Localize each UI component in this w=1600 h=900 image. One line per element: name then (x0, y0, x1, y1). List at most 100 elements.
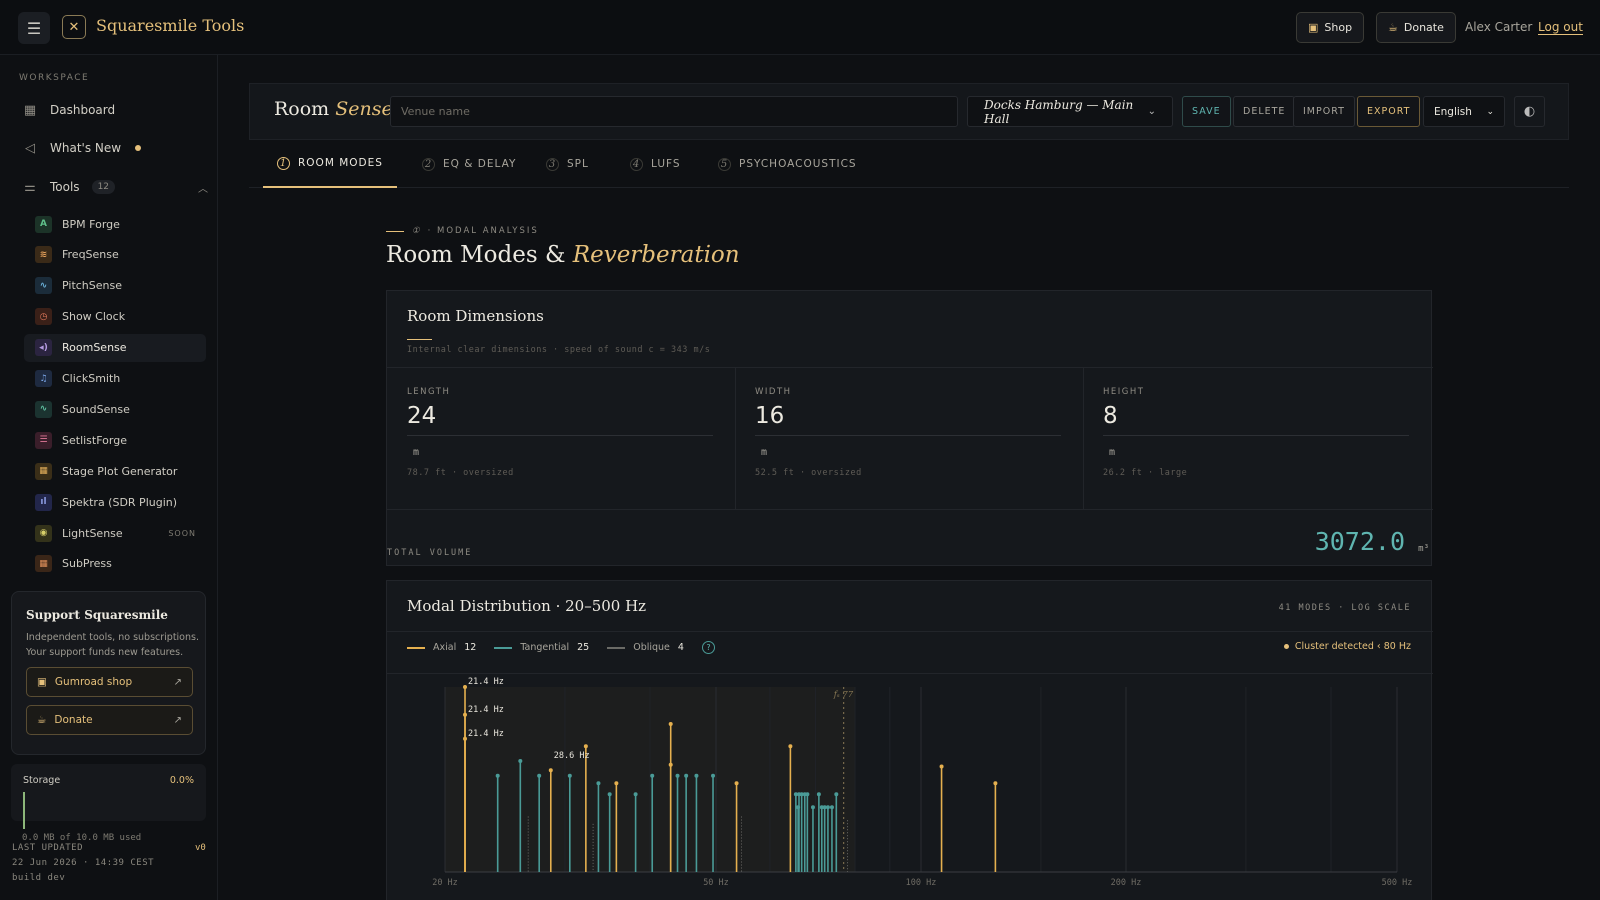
import-button[interactable]: IMPORT (1293, 96, 1355, 127)
sidebar-tool-clicksmith[interactable]: ♫ ClickSmith (24, 365, 206, 393)
support-title: Support Squaresmile (26, 608, 168, 622)
legend-tangential[interactable]: Tangential 25 (494, 642, 589, 653)
tangential-mode-point (816, 792, 821, 797)
megaphone-icon: ◁ (25, 140, 35, 156)
axial-mode-point (993, 781, 998, 786)
sidebar-tool-stage-plot-generator[interactable]: ▦ Stage Plot Generator (24, 457, 206, 485)
card-title: Room Dimensions (407, 307, 544, 325)
sidebar-item-tools[interactable]: ⚌ Tools 12 ︿ (22, 172, 208, 202)
page-title: Room Sense (274, 98, 393, 120)
title-main: Room (274, 98, 330, 120)
tangential-mode-point (633, 792, 638, 797)
sidebar-tool-soundsense[interactable]: ∿ SoundSense (24, 395, 206, 423)
tab-eq-delay[interactable]: 2 EQ & DELAY (408, 140, 530, 188)
tool-label: BPM Forge (62, 217, 120, 231)
section-title-main: Room Modes & (386, 242, 566, 268)
tangential-mode-point (711, 773, 716, 778)
storage-label: Storage (23, 775, 61, 786)
tab-spl[interactable]: 3 SPL (532, 140, 603, 188)
support-description: Independent tools, no subscriptions. You… (26, 632, 199, 658)
tool-label: PitchSense (62, 279, 123, 293)
gumroad-shop-button[interactable]: ▣ Gumroad shop ↗ (26, 667, 193, 697)
venue-placeholder: Venue name (401, 105, 470, 118)
tangential-mode-point (567, 773, 572, 778)
external-link-icon: ↗ (173, 676, 182, 688)
sidebar-tool-pitchsense[interactable]: ∿ PitchSense (24, 272, 206, 300)
axial-mode-point (548, 768, 553, 773)
modal-distribution-chart: 20 Hz 50 Hz 100 Hz 200 Hz 500 Hz fₛ 77 21.4 Hz… (432, 677, 1413, 888)
tab-psychoacoustics[interactable]: 5 PSYCHOACOUSTICS (704, 140, 871, 188)
axial-mode-point (939, 764, 944, 769)
shop-button[interactable]: ▣ Shop (1296, 12, 1365, 43)
save-button[interactable]: SAVE (1182, 96, 1231, 127)
legend-axial[interactable]: Axial 12 (407, 642, 476, 653)
sidebar-tool-roomsense[interactable]: ◂) RoomSense (24, 333, 206, 362)
height-field[interactable]: HEIGHT 8 m 26.2 ft · large (1083, 367, 1432, 509)
length-value[interactable]: 24 (407, 403, 436, 429)
tab-label: SPL (567, 158, 589, 170)
venue-select[interactable]: Docks Hamburg — Main Hall ⌄ (967, 96, 1173, 127)
sidebar-item-whats-new[interactable]: ◁ What's New (22, 133, 208, 163)
width-field[interactable]: WIDTH 16 m 52.5 ft · oversized (735, 367, 1084, 509)
length-label: LENGTH (407, 387, 451, 397)
x-tick-label: 500 Hz (1382, 878, 1413, 888)
tool-icon: ◉ (35, 524, 52, 542)
sidebar-item-dashboard[interactable]: ▦ Dashboard (22, 95, 208, 125)
tab-number: 4 (630, 157, 643, 171)
modal-distribution-card: Modal Distribution · 20–500 Hz 41 MODES … (386, 580, 1433, 900)
user-name: Alex Carter (1465, 20, 1533, 34)
sidebar-tool-lightsense[interactable]: ◉ LightSense SOON (24, 519, 206, 547)
support-donate-button[interactable]: ☕ Donate ↗ (26, 705, 193, 735)
tab-lufs[interactable]: 4 LUFS (616, 140, 695, 188)
section-eyebrow: ① · MODAL ANALYSIS (386, 226, 539, 236)
tool-label: SetlistForge (62, 433, 127, 447)
tangential-label: Tangential (520, 642, 570, 653)
last-updated-label: LAST UPDATED (12, 843, 84, 853)
legend-oblique[interactable]: Oblique 4 (607, 642, 684, 653)
sidebar-tool-bpm-forge[interactable]: A BPM Forge (24, 210, 206, 238)
tool-icon: ▦ (35, 462, 52, 480)
schroeder-label: fₛ 77 (833, 690, 854, 700)
length-unit: m (413, 447, 420, 458)
sidebar-tool-subpress[interactable]: ▦ SubPress (24, 550, 206, 578)
help-icon[interactable]: ? (701, 641, 715, 654)
tool-icon: ☰ (35, 431, 52, 449)
tab-number: 3 (546, 157, 559, 171)
width-note: 52.5 ft · oversized (755, 468, 862, 478)
tab-room-modes[interactable]: 1 ROOM MODES (263, 140, 397, 188)
menu-icon[interactable]: ☰ (18, 12, 50, 44)
chevron-up-icon[interactable]: ︿ (198, 180, 208, 195)
export-button[interactable]: EXPORT (1357, 96, 1421, 127)
theme-toggle-icon[interactable]: ◐ (1514, 96, 1545, 127)
mode-freq-label: 21.4 Hz (468, 705, 504, 715)
sidebar-tool-show-clock[interactable]: ◷ Show Clock (24, 303, 206, 331)
sidebar-tool-spektra-sdr-plugin[interactable]: ıl Spektra (SDR Plugin) (24, 488, 206, 516)
new-indicator-dot (135, 145, 142, 151)
tool-icon: ◷ (35, 308, 52, 326)
eyebrow-text: · MODAL ANALYSIS (427, 226, 539, 236)
sidebar-tool-freqsense[interactable]: ≋ FreqSense (24, 241, 206, 269)
donate-button[interactable]: ☕ Donate (1376, 12, 1456, 43)
axial-mode-point (463, 712, 468, 717)
section-title-accent: Reverberation (572, 242, 740, 268)
soon-badge: SOON (168, 528, 196, 538)
tab-number: 2 (422, 157, 435, 171)
oblique-swatch (607, 646, 626, 649)
sidebar-tool-setlistforge[interactable]: ☰ SetlistForge (24, 426, 206, 454)
logout-link[interactable]: Log out (1538, 20, 1583, 35)
length-field[interactable]: LENGTH 24 m 78.7 ft · oversized (387, 367, 736, 509)
delete-button[interactable]: DELETE (1233, 96, 1296, 127)
eyebrow-number: ① (412, 226, 420, 236)
language-select[interactable]: English ⌄ (1423, 96, 1505, 127)
tangential-mode-point (607, 792, 612, 797)
tangential-mode-point (684, 773, 689, 778)
venue-name-input[interactable]: Venue name (390, 96, 958, 127)
x-tick-label: 50 Hz (703, 878, 729, 888)
mode-freq-label: 21.4 Hz (468, 677, 504, 687)
eyebrow-rule (386, 230, 404, 232)
tool-label: RoomSense (62, 341, 127, 355)
tab-bar: 1 ROOM MODES 2 EQ & DELAY 3 SPL 4 LUFS 5… (249, 140, 1569, 188)
axial-count: 12 (464, 642, 477, 653)
height-value[interactable]: 8 (1103, 403, 1118, 429)
width-value[interactable]: 16 (755, 403, 784, 429)
